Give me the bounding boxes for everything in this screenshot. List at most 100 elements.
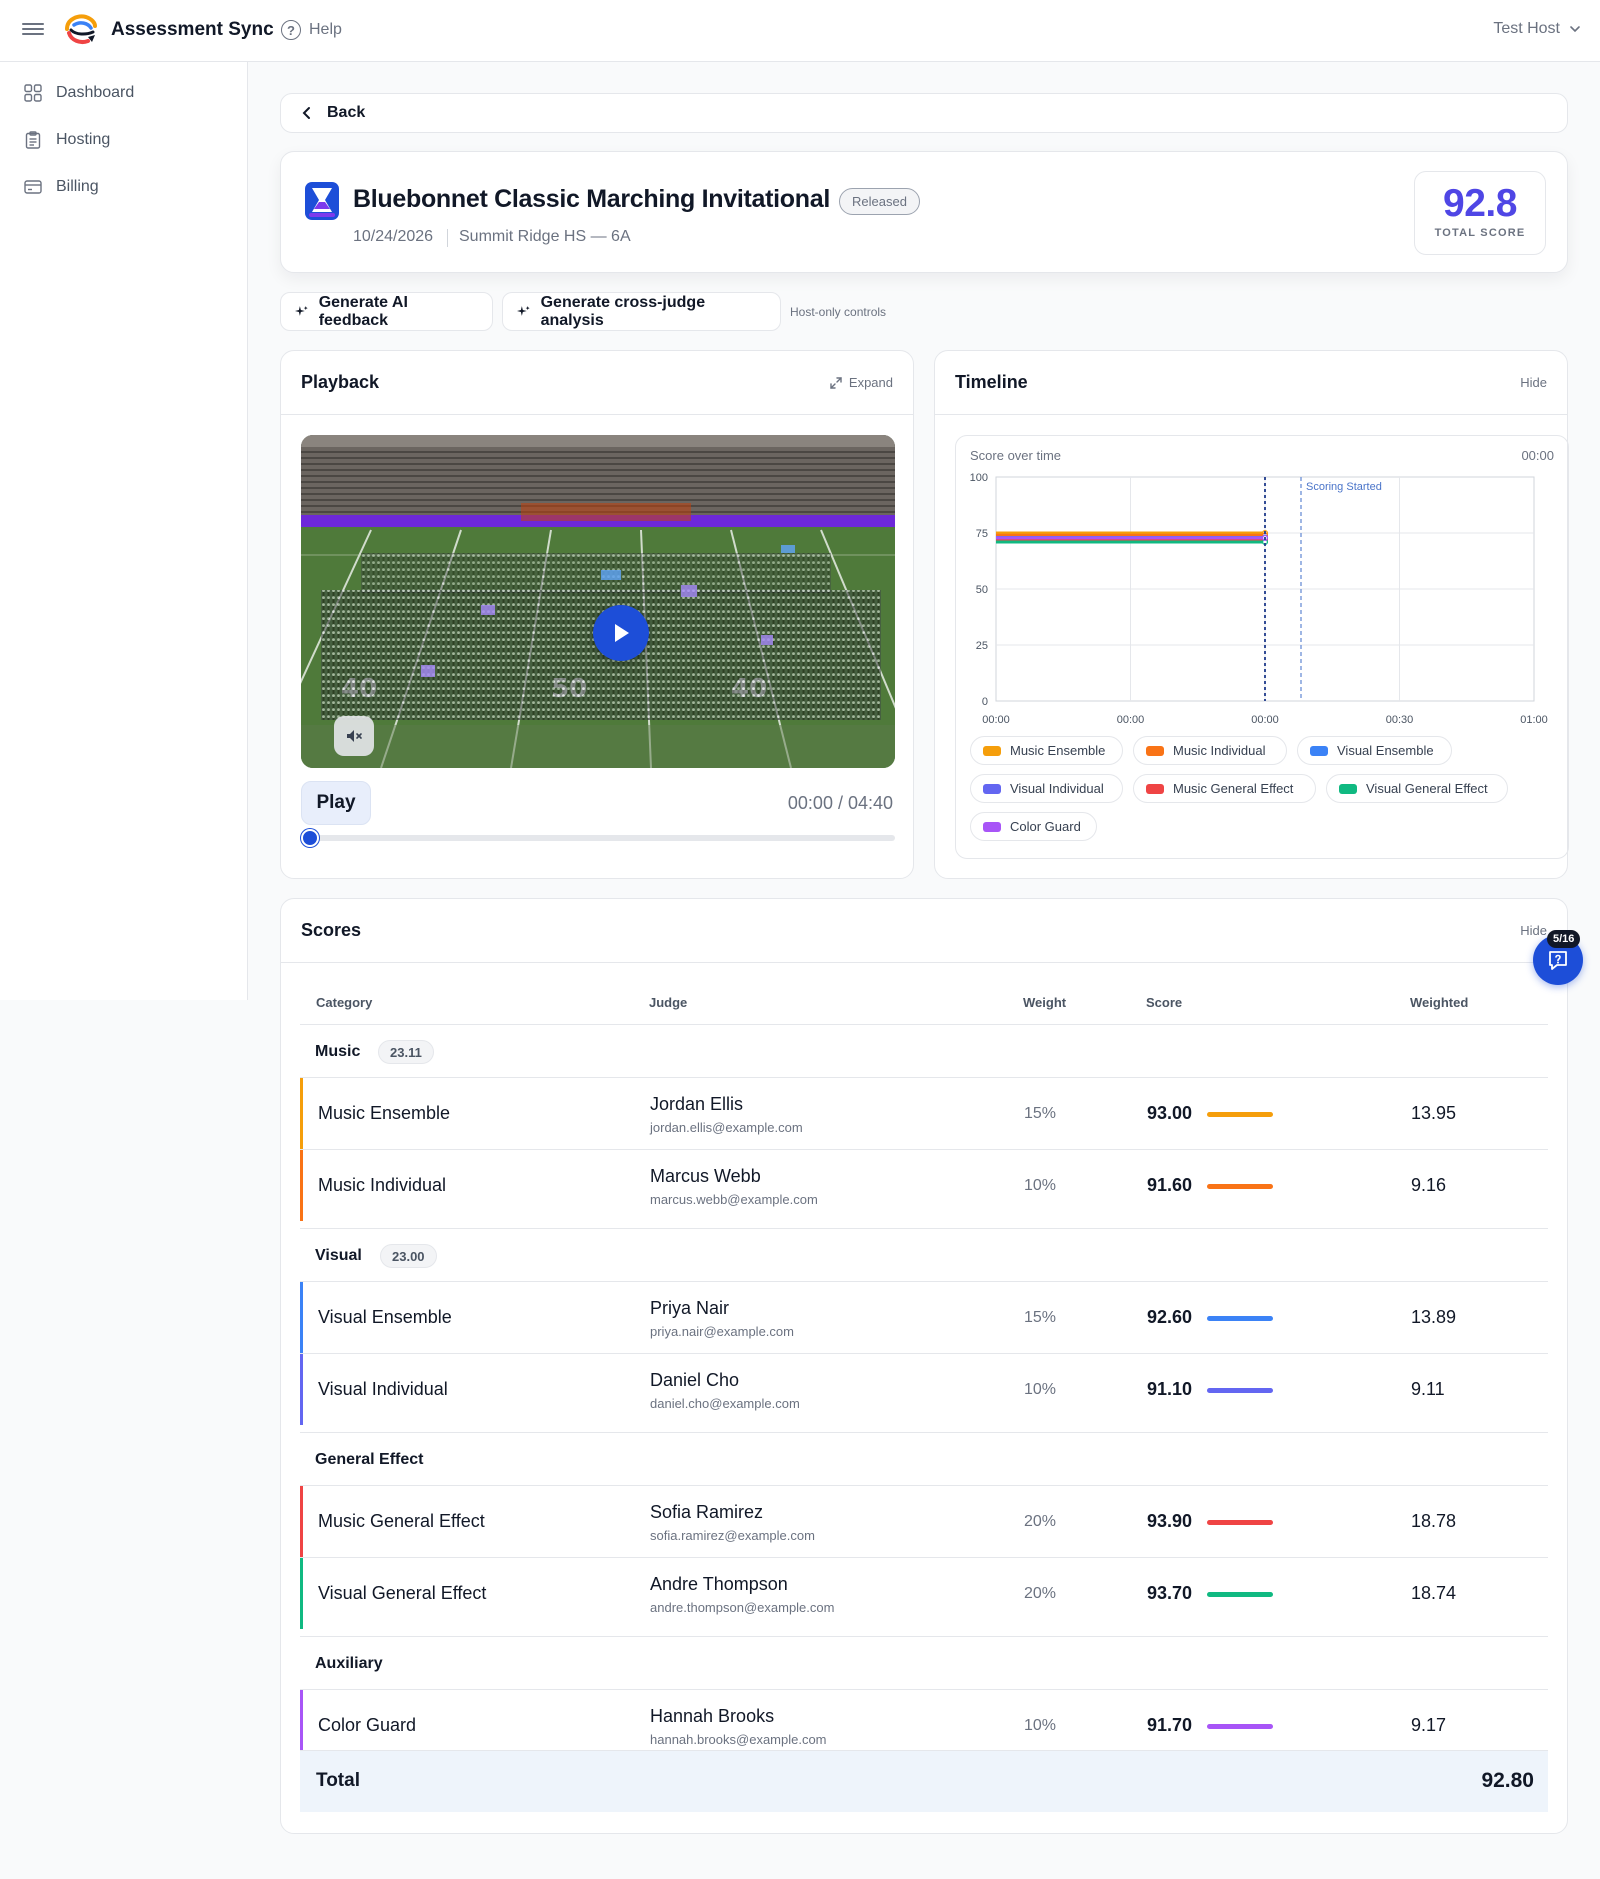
timeline-panel: Timeline Hide Score over time 00:00 100 7… [934, 350, 1569, 879]
table-row[interactable]: Visual General Effect Andre Thompson andre… [300, 1557, 1548, 1629]
y-tick-label: 25 [976, 640, 988, 652]
weighted-cell: 18.78 [1411, 1511, 1457, 1531]
column-header-weight: Weight [1023, 995, 1067, 1010]
weighted-cell: 9.11 [1411, 1379, 1445, 1399]
legend-swatch [1310, 745, 1328, 756]
table-row[interactable]: Visual Ensemble Priya Nair priya.nair@exam… [300, 1281, 1548, 1353]
category-color-bar [300, 1282, 303, 1353]
hide-scores-button[interactable]: Hide [1520, 923, 1547, 938]
chevron-left-icon [302, 107, 310, 119]
score-cell: 92.60 [1147, 1307, 1193, 1327]
speaker-muted-icon [347, 730, 362, 742]
legend-item[interactable]: Music General Effect [1133, 774, 1316, 803]
sidebar-item-hosting[interactable]: Hosting [0, 118, 248, 162]
group-subtotal-badge: 23.00 [380, 1244, 437, 1268]
status-badge: Released [839, 188, 920, 215]
sparkle-icon [295, 305, 308, 316]
category-color-bar [300, 1078, 303, 1149]
score-bar [1207, 1724, 1273, 1729]
weight-cell: 10% [1024, 1177, 1057, 1194]
weight-cell: 15% [1024, 1309, 1057, 1326]
legend-label: Visual Individual [1010, 781, 1104, 796]
group-name: Visual [315, 1247, 362, 1264]
chevron-down-icon [1570, 26, 1580, 33]
x-tick-label: 00:00 [1117, 714, 1145, 726]
y-tick-label: 100 [970, 472, 988, 484]
judge-name: Jordan Ellis [650, 1094, 744, 1114]
button-label: Generate AI feedback [318, 293, 408, 329]
judge-name: Sofia Ramirez [650, 1502, 764, 1522]
sidebar-item-label: Billing [56, 178, 99, 195]
table-row[interactable]: Music Individual Marcus Webb marcus.webb@e… [300, 1149, 1548, 1221]
judge-email: marcus.webb@example.com [650, 1192, 818, 1207]
score-line-chart: 100 75 50 25 0 00:00 00:00 00:00 00:30 01:00 Scori… [970, 472, 1548, 726]
group-row: Visual 23.00 [300, 1228, 1548, 1284]
legend-item[interactable]: Music Individual [1133, 736, 1287, 765]
play-button[interactable]: Play [301, 781, 371, 825]
clipboard-icon [25, 131, 41, 149]
weighted-cell: 13.89 [1411, 1307, 1457, 1327]
help-link[interactable]: ? Help [281, 20, 342, 40]
video-frame[interactable]: 405040 [301, 435, 895, 768]
score-chart: Score over time 00:00 100 75 50 25 0 00:00 00:… [955, 435, 1569, 859]
video-thumbnail: 405040 [301, 435, 895, 768]
column-header-score: Score [1146, 995, 1183, 1010]
table-row[interactable]: Music Ensemble Jordan Ellis jordan.ellis@e… [300, 1077, 1548, 1149]
hide-timeline-button[interactable]: Hide [1520, 375, 1547, 390]
weighted-cell: 9.17 [1411, 1715, 1447, 1735]
mute-button[interactable] [334, 716, 374, 756]
legend-swatch [983, 783, 1001, 794]
user-menu[interactable]: Test Host [1493, 20, 1582, 38]
event-school: Summit Ridge HS — 6A [459, 228, 631, 245]
sidebar-item-label: Hosting [56, 131, 111, 148]
legend-label: Music Ensemble [1010, 743, 1106, 758]
group-name: Music [315, 1043, 361, 1060]
expand-icon [830, 376, 842, 389]
generate-ai-feedback-button[interactable]: Generate AI feedback [280, 292, 493, 331]
category-cell: Color Guard [318, 1715, 417, 1735]
score-cell: 93.90 [1147, 1511, 1193, 1531]
button-label: Generate cross-judge analysis [540, 293, 706, 329]
legend-item[interactable]: Visual Individual [970, 774, 1123, 803]
legend-item[interactable]: Color Guard [970, 812, 1097, 841]
video-play-button[interactable] [593, 605, 649, 661]
hamburger-menu-icon[interactable] [22, 20, 44, 40]
scrubber-handle[interactable] [301, 829, 319, 847]
column-header-judge: Judge [649, 995, 688, 1010]
x-tick-label: 01:00 [1520, 714, 1548, 726]
expand-label: Expand [848, 375, 893, 390]
x-tick-label: 00:30 [1386, 714, 1414, 726]
event-header: Bluebonnet Classic Marching Invitational… [280, 151, 1568, 273]
divider [447, 229, 448, 247]
legend-label: Music Individual [1173, 743, 1266, 758]
table-row[interactable]: Visual Individual Daniel Cho daniel.cho@ex… [300, 1353, 1548, 1425]
chat-help-icon [1549, 951, 1567, 970]
score-bar [1207, 1592, 1273, 1597]
sidebar-item-billing[interactable]: Billing [0, 165, 248, 209]
x-tick-label: 00:00 [982, 714, 1010, 726]
category-color-bar [300, 1354, 303, 1425]
legend-item[interactable]: Visual Ensemble [1297, 736, 1452, 765]
judge-name: Daniel Cho [650, 1370, 740, 1390]
total-row: Total 92.80 [300, 1750, 1548, 1812]
judge-name: Marcus Webb [650, 1166, 761, 1186]
table-row[interactable]: Music General Effect Sofia Ramirez sofia.r… [300, 1485, 1548, 1557]
sidebar-item-label: Dashboard [56, 84, 135, 101]
help-circle-icon: ? [281, 20, 301, 40]
help-progress-badge: 5/16 [1547, 930, 1581, 948]
category-cell: Music Ensemble [318, 1103, 451, 1123]
top-bar: Assessment Sync ? Help Test Host [0, 0, 1600, 62]
legend-item[interactable]: Music Ensemble [970, 736, 1123, 765]
back-button[interactable]: Back [280, 93, 1568, 133]
x-tick-label: 00:00 [1251, 714, 1279, 726]
judge-email: hannah.brooks@example.com [650, 1732, 827, 1747]
group-row: General Effect [300, 1432, 1548, 1488]
generate-cross-judge-analysis-button[interactable]: Generate cross-judge analysis [502, 292, 781, 331]
group-name: Auxiliary [315, 1655, 383, 1672]
legend-item[interactable]: Visual General Effect [1326, 774, 1508, 803]
user-name: Test Host [1493, 20, 1560, 37]
playback-scrubber[interactable] [301, 829, 895, 847]
sidebar-item-dashboard[interactable]: Dashboard [0, 71, 248, 115]
score-cell: 93.00 [1147, 1103, 1193, 1123]
expand-button[interactable]: Expand [829, 375, 893, 390]
